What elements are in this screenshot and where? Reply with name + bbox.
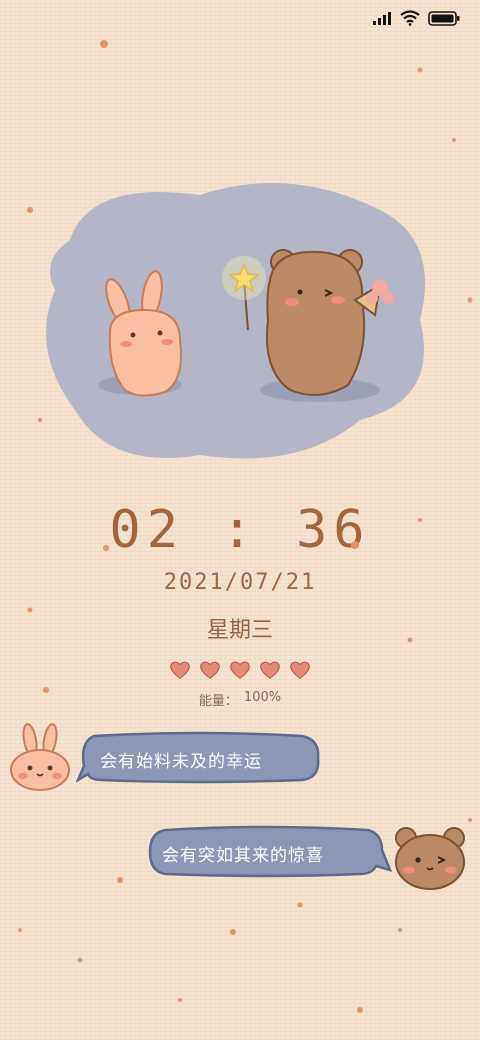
decorative-dots	[18, 40, 473, 1013]
